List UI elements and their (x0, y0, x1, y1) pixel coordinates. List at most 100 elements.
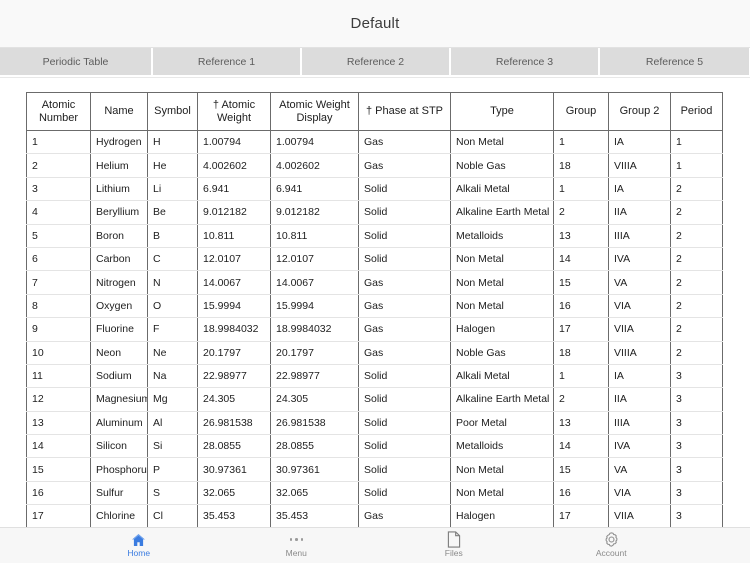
tab-label: Reference 3 (495, 55, 554, 68)
cell-symbol: Be (147, 200, 198, 225)
table-row[interactable]: 3 Lithium Li 6.941 6.941 Solid Alkali Metal 1 IA… (26, 177, 723, 202)
cell-phase-at-stp: Solid (358, 457, 451, 482)
cell-period: 2 (670, 317, 723, 342)
cell-name: Magnesium (90, 387, 148, 412)
nav-item-files[interactable]: Files (414, 528, 494, 558)
column-header-atomic-number[interactable]: Atomic Number (26, 92, 91, 131)
table-row[interactable]: 14 Silicon Si 28.0855 28.0855 Solid Metalloids… (26, 434, 723, 459)
cell-name: Sulfur (90, 481, 148, 506)
cell-phase-at-stp: Solid (358, 387, 451, 412)
nav-item-account[interactable]: Account (571, 528, 651, 558)
cell-group-2: IIIA (608, 411, 671, 436)
table-row[interactable]: 5 Boron B 10.811 10.811 Solid Metalloids 13 IIIA… (26, 224, 723, 248)
tab-reference-1[interactable]: Reference 1 (153, 48, 302, 75)
column-header-name[interactable]: Name (90, 92, 148, 131)
table-header: Atomic Number Name Symbol † Atomic Weigh… (26, 92, 723, 131)
cell-group: 17 (553, 504, 609, 527)
cell-group: 1 (553, 177, 609, 202)
column-header-phase-at-stp[interactable]: † Phase at STP (358, 92, 451, 131)
cell-period: 3 (670, 434, 723, 459)
column-header-atomic-weight-display[interactable]: Atomic Weight Display (270, 92, 359, 131)
tab-label: Reference 1 (197, 55, 256, 68)
table-row[interactable]: 16 Sulfur S 32.065 32.065 Solid Non Metal 16 VIA… (26, 481, 723, 506)
tab-reference-5[interactable]: Reference 5 (600, 48, 749, 75)
table-row[interactable]: 9 Fluorine F 18.9984032 18.9984032 Gas Halogen… (26, 317, 723, 342)
table-row[interactable]: 7 Nitrogen N 14.0067 14.0067 Gas Non Metal 15 VA… (26, 270, 723, 295)
cell-phase-at-stp: Solid (358, 200, 451, 225)
cell-group-2: IIA (608, 387, 671, 412)
cell-phase-at-stp: Gas (358, 270, 451, 295)
cell-phase-at-stp: Gas (358, 341, 451, 365)
table-row[interactable]: 17 Chlorine Cl 35.453 35.453 Gas Halogen 17 VIIA… (26, 504, 723, 527)
cell-group-2: IA (608, 130, 671, 155)
cell-atomic-weight-display: 30.97361 (270, 457, 359, 482)
cell-type: Noble Gas (450, 341, 554, 365)
cell-type: Noble Gas (450, 153, 554, 178)
cell-group: 2 (553, 387, 609, 412)
cell-atomic-number: 13 (26, 411, 91, 436)
cell-type: Alkali Metal (450, 364, 554, 389)
cell-atomic-number: 2 (26, 153, 91, 178)
nav-item-home[interactable]: Home (99, 528, 179, 558)
cell-name: Neon (90, 341, 148, 365)
segmented-tab-bar[interactable]: Periodic Table Reference 1 Reference 2 R… (0, 48, 750, 78)
cell-atomic-weight-display: 22.98977 (270, 364, 359, 389)
table-row[interactable]: 8 Oxygen O 15.9994 15.9994 Gas Non Metal 16 VIA 2 (26, 294, 723, 319)
table-row[interactable]: 1 Hydrogen H 1.00794 1.00794 Gas Non Metal 1 IA 1 (26, 130, 723, 155)
cell-atomic-weight-display: 24.305 (270, 387, 359, 412)
table-row[interactable]: 13 Aluminum Al 26.981538 26.981538 Solid Poor … (26, 411, 723, 436)
column-header-type[interactable]: Type (450, 92, 554, 131)
cell-atomic-weight-display: 9.012182 (270, 200, 359, 225)
cell-period: 3 (670, 457, 723, 482)
cell-type: Metalloids (450, 224, 554, 248)
cell-period: 3 (670, 387, 723, 412)
cell-symbol: Na (147, 364, 198, 389)
cell-atomic-weight-display: 10.811 (270, 224, 359, 248)
cell-atomic-weight: 18.9984032 (197, 317, 271, 342)
cell-symbol: H (147, 130, 198, 155)
nav-label: Files (444, 548, 463, 558)
nav-label: Home (127, 548, 151, 558)
table-row[interactable]: 10 Neon Ne 20.1797 20.1797 Gas Noble Gas 18 VIII… (26, 341, 723, 365)
nav-label: Account (595, 548, 627, 558)
cell-symbol: He (147, 153, 198, 178)
table-row[interactable]: 11 Sodium Na 22.98977 22.98977 Solid Alkali Me… (26, 364, 723, 389)
column-header-symbol[interactable]: Symbol (147, 92, 198, 131)
cell-phase-at-stp: Gas (358, 294, 451, 319)
table-header-row: Atomic Number Name Symbol † Atomic Weigh… (26, 92, 723, 131)
cell-group: 15 (553, 270, 609, 295)
cell-name: Carbon (90, 247, 148, 272)
nav-item-menu[interactable]: Menu (256, 528, 336, 558)
cell-atomic-weight: 30.97361 (197, 457, 271, 482)
column-header-period[interactable]: Period (670, 92, 723, 131)
tab-reference-2[interactable]: Reference 2 (302, 48, 451, 75)
cell-atomic-weight: 20.1797 (197, 341, 271, 365)
table-row[interactable]: 15 Phosphorus P 30.97361 30.97361 Solid Non Me… (26, 457, 723, 482)
cell-period: 1 (670, 153, 723, 178)
cell-atomic-number: 10 (26, 341, 91, 365)
table-row[interactable]: 4 Beryllium Be 9.012182 9.012182 Solid Alkalin… (26, 200, 723, 225)
tab-periodic-table[interactable]: Periodic Table (0, 48, 153, 75)
cell-type: Non Metal (450, 247, 554, 272)
tab-reference-3[interactable]: Reference 3 (451, 48, 600, 75)
file-icon (447, 531, 461, 548)
data-table-container[interactable]: Atomic Number Name Symbol † Atomic Weigh… (0, 78, 750, 527)
cell-atomic-number: 9 (26, 317, 91, 342)
column-header-group-2[interactable]: Group 2 (608, 92, 671, 131)
cell-atomic-weight-display: 14.0067 (270, 270, 359, 295)
cell-type: Alkaline Earth Metal (450, 387, 554, 412)
cell-period: 2 (670, 177, 723, 202)
cell-atomic-weight-display: 28.0855 (270, 434, 359, 459)
table-row[interactable]: 2 Helium He 4.002602 4.002602 Gas Noble Gas 18 V… (26, 153, 723, 178)
cell-atomic-weight: 12.0107 (197, 247, 271, 272)
page-title: Default (350, 15, 400, 32)
cell-symbol: B (147, 224, 198, 248)
column-header-group[interactable]: Group (553, 92, 609, 131)
column-header-atomic-weight[interactable]: † Atomic Weight (197, 92, 271, 131)
table-row[interactable]: 6 Carbon C 12.0107 12.0107 Solid Non Metal 14 IV… (26, 247, 723, 272)
table-row[interactable]: 12 Magnesium Mg 24.305 24.305 Solid Alkaline E… (26, 387, 723, 412)
cell-phase-at-stp: Solid (358, 247, 451, 272)
cell-atomic-number: 17 (26, 504, 91, 527)
cell-group: 16 (553, 294, 609, 319)
cell-atomic-weight-display: 20.1797 (270, 341, 359, 365)
